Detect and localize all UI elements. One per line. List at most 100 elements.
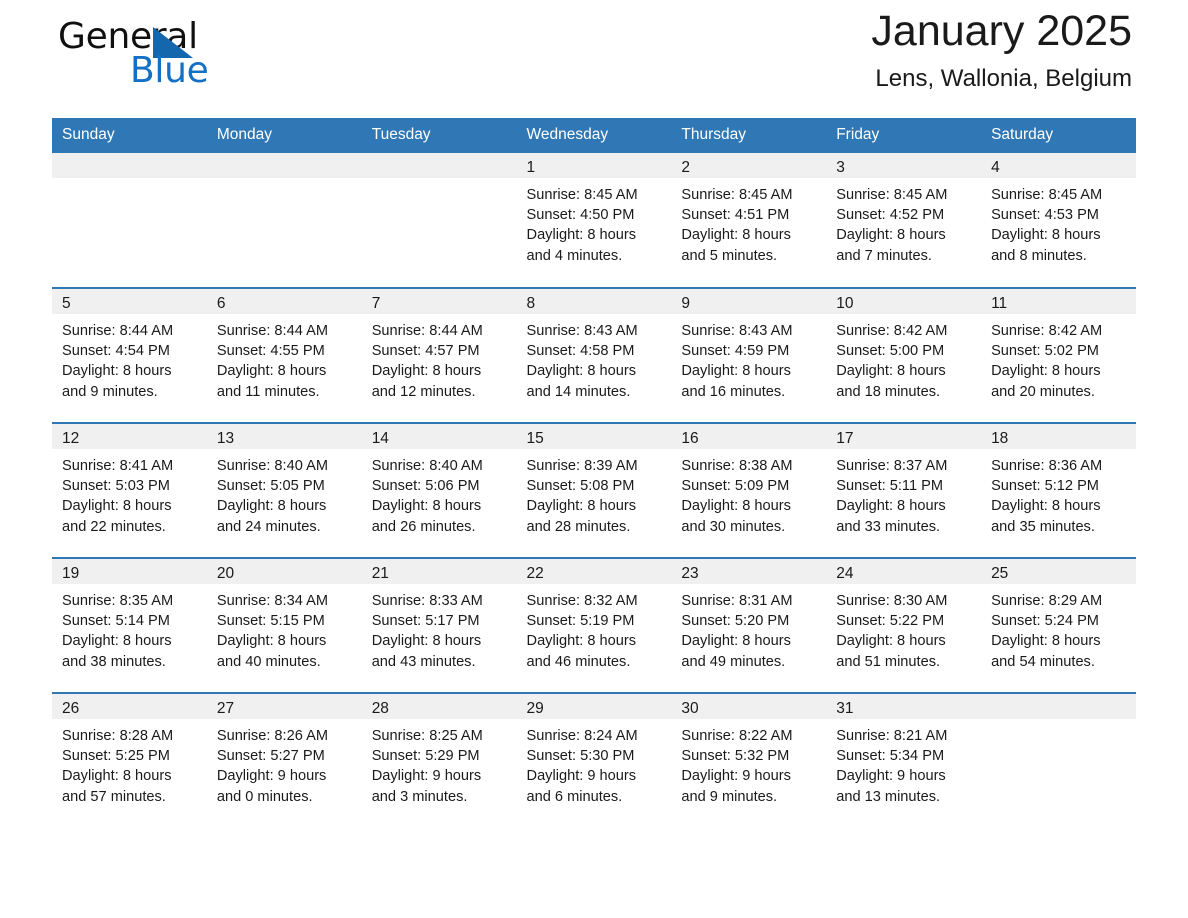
daylight-text-line2: and 18 minutes. [836, 383, 941, 400]
day-details: Sunrise: 8:43 AM Sunset: 4:59 PM Daylight:… [671, 314, 826, 402]
daylight-text-line2: and 7 minutes. [836, 247, 932, 264]
calendar-day-cell[interactable]: 19 Sunrise: 8:35 AM Sunset: 5:14 PM Dayligh… [52, 557, 207, 693]
day-cell-inner: 14 Sunrise: 8:40 AM Sunset: 5:06 PM Dayligh… [361, 424, 517, 557]
calendar-day-cell[interactable]: 28 Sunrise: 8:25 AM Sunset: 5:29 PM Dayligh… [361, 692, 517, 828]
title-block: January 2025 Lens, Wallonia, Belgium [871, 0, 1136, 93]
day-number: 13 [206, 424, 362, 449]
day-details: Sunrise: 8:30 AM Sunset: 5:22 PM Daylight:… [826, 584, 981, 672]
generalblue-logo[interactable]: General Blue [52, 16, 352, 92]
sunrise-text: Sunrise: 8:40 AM [216, 458, 328, 474]
calendar-day-cell[interactable]: 10 Sunrise: 8:42 AM Sunset: 5:00 PM Dayligh… [826, 287, 982, 423]
calendar-day-cell[interactable]: 7 Sunrise: 8:44 AM Sunset: 4:57 PM Daylight… [361, 287, 517, 423]
day-number: 4 [981, 153, 1136, 178]
sunset-text: Sunset: 4:57 PM [371, 343, 480, 360]
daylight-text-line2: and 43 minutes. [371, 653, 476, 670]
calendar-day-cell[interactable]: 8 Sunrise: 8:43 AM Sunset: 4:58 PM Daylight… [516, 287, 672, 423]
daylight-text-line2: and 13 minutes. [836, 788, 941, 805]
calendar-day-cell[interactable]: 21 Sunrise: 8:33 AM Sunset: 5:17 PM Dayligh… [361, 557, 517, 693]
calendar-day-cell[interactable]: 30 Sunrise: 8:22 AM Sunset: 5:32 PM Dayligh… [671, 692, 827, 828]
day-cell-inner: 30 Sunrise: 8:22 AM Sunset: 5:32 PM Dayligh… [671, 694, 827, 827]
day-number: 29 [516, 694, 672, 719]
calendar-day-cell[interactable]: 2 Sunrise: 8:45 AM Sunset: 4:51 PM Daylight… [671, 153, 827, 288]
sunrise-text: Sunrise: 8:34 AM [216, 593, 328, 609]
calendar-day-cell[interactable]: 13 Sunrise: 8:40 AM Sunset: 5:05 PM Dayligh… [206, 422, 362, 558]
calendar-day-cell[interactable]: 15 Sunrise: 8:39 AM Sunset: 5:08 PM Dayligh… [516, 422, 672, 558]
sunset-text: Sunset: 5:08 PM [526, 478, 635, 495]
calendar-page: General Blue January 2025 Lens, Wallonia… [0, 0, 1188, 918]
day-cell-inner: 29 Sunrise: 8:24 AM Sunset: 5:30 PM Dayligh… [516, 694, 672, 827]
daylight-text-line2: and 33 minutes. [836, 518, 941, 535]
daylight-text-line1: Daylight: 8 hours [991, 227, 1101, 244]
day-number: 21 [361, 559, 517, 584]
day-cell-inner: 19 Sunrise: 8:35 AM Sunset: 5:14 PM Dayligh… [52, 559, 207, 692]
sunset-text: Sunset: 4:50 PM [526, 207, 635, 224]
sunrise-text: Sunrise: 8:28 AM [62, 728, 174, 744]
day-number: 20 [206, 559, 362, 584]
day-cell-inner: 22 Sunrise: 8:32 AM Sunset: 5:19 PM Dayligh… [516, 559, 672, 692]
sunset-text: Sunset: 5:12 PM [991, 478, 1099, 495]
day-number: 7 [361, 289, 517, 314]
calendar-day-cell[interactable]: 23 Sunrise: 8:31 AM Sunset: 5:20 PM Dayligh… [671, 557, 827, 693]
calendar-day-cell[interactable]: 6 Sunrise: 8:44 AM Sunset: 4:55 PM Daylight… [206, 287, 362, 423]
sunrise-text: Sunrise: 8:43 AM [681, 323, 793, 339]
day-cell-inner [52, 153, 207, 286]
page-title: January 2025 [871, 7, 1132, 55]
calendar-day-cell[interactable]: 5 Sunrise: 8:44 AM Sunset: 4:54 PM Daylight… [52, 287, 207, 423]
calendar-week-row: 5 Sunrise: 8:44 AM Sunset: 4:54 PM Daylight… [52, 287, 1136, 423]
daylight-text-line1: Daylight: 8 hours [526, 227, 637, 244]
daylight-text-line1: Daylight: 8 hours [216, 363, 327, 380]
calendar-day-cell[interactable]: 22 Sunrise: 8:32 AM Sunset: 5:19 PM Dayligh… [516, 557, 672, 693]
calendar-day-cell[interactable]: 16 Sunrise: 8:38 AM Sunset: 5:09 PM Dayligh… [671, 422, 827, 558]
daylight-text-line1: Daylight: 9 hours [526, 768, 637, 785]
calendar-body: 1 Sunrise: 8:45 AM Sunset: 4:50 PM Daylight… [52, 153, 1136, 828]
calendar-day-cell[interactable]: 17 Sunrise: 8:37 AM Sunset: 5:11 PM Dayligh… [826, 422, 982, 558]
day-details: Sunrise: 8:24 AM Sunset: 5:30 PM Daylight:… [517, 719, 672, 807]
calendar-day-cell[interactable]: 26 Sunrise: 8:28 AM Sunset: 5:25 PM Dayligh… [52, 692, 207, 828]
calendar-day-cell[interactable]: 18 Sunrise: 8:36 AM Sunset: 5:12 PM Dayligh… [981, 422, 1136, 558]
calendar-day-cell[interactable]: 27 Sunrise: 8:26 AM Sunset: 5:27 PM Dayligh… [206, 692, 362, 828]
calendar-day-cell[interactable]: 1 Sunrise: 8:45 AM Sunset: 4:50 PM Daylight… [516, 153, 672, 288]
day-number: 15 [516, 424, 672, 449]
calendar-day-cell[interactable]: 4 Sunrise: 8:45 AM Sunset: 4:53 PM Daylight… [981, 153, 1136, 288]
day-number: 11 [981, 289, 1136, 314]
day-number: 26 [52, 694, 207, 719]
calendar-day-cell[interactable]: 11 Sunrise: 8:42 AM Sunset: 5:02 PM Dayligh… [981, 287, 1136, 423]
logo-text-blue: Blue [130, 50, 209, 91]
day-details: Sunrise: 8:25 AM Sunset: 5:29 PM Daylight:… [362, 719, 517, 807]
daylight-text-line2: and 28 minutes. [526, 518, 631, 535]
calendar-day-cell[interactable]: 20 Sunrise: 8:34 AM Sunset: 5:15 PM Dayligh… [206, 557, 362, 693]
day-number: 17 [826, 424, 982, 449]
sunrise-text: Sunrise: 8:22 AM [681, 728, 793, 744]
calendar-day-cell[interactable]: 24 Sunrise: 8:30 AM Sunset: 5:22 PM Dayligh… [826, 557, 982, 693]
sunset-text: Sunset: 5:22 PM [836, 613, 945, 630]
daylight-text-line1: Daylight: 8 hours [836, 227, 946, 244]
sunrise-text: Sunrise: 8:39 AM [526, 458, 638, 474]
calendar-day-cell[interactable]: 3 Sunrise: 8:45 AM Sunset: 4:52 PM Daylight… [826, 153, 982, 288]
day-details: Sunrise: 8:31 AM Sunset: 5:20 PM Daylight:… [671, 584, 826, 672]
calendar-day-cell[interactable]: 31 Sunrise: 8:21 AM Sunset: 5:34 PM Dayligh… [826, 692, 982, 828]
daylight-text-line1: Daylight: 9 hours [681, 768, 791, 785]
daylight-text-line2: and 35 minutes. [991, 518, 1095, 535]
daylight-text-line2: and 30 minutes. [681, 518, 786, 535]
weekday-header-thursday: Thursday [671, 118, 827, 153]
day-details: Sunrise: 8:40 AM Sunset: 5:06 PM Daylight:… [362, 449, 517, 537]
day-number: 1 [516, 153, 672, 178]
sunset-text: Sunset: 5:20 PM [681, 613, 790, 630]
day-details: Sunrise: 8:44 AM Sunset: 4:54 PM Daylight:… [52, 314, 207, 402]
daylight-text-line1: Daylight: 8 hours [216, 633, 327, 650]
calendar-table: Sunday Monday Tuesday Wednesday Thursday Frid… [52, 118, 1136, 828]
daylight-text-line1: Daylight: 8 hours [836, 633, 946, 650]
weekday-header-monday: Monday [206, 118, 362, 153]
calendar-day-cell[interactable]: 9 Sunrise: 8:43 AM Sunset: 4:59 PM Daylight… [671, 287, 827, 423]
calendar-day-cell[interactable]: 25 Sunrise: 8:29 AM Sunset: 5:24 PM Dayligh… [981, 557, 1136, 693]
day-details: Sunrise: 8:41 AM Sunset: 5:03 PM Daylight:… [52, 449, 207, 537]
day-number: 2 [671, 153, 827, 178]
sunrise-text: Sunrise: 8:26 AM [216, 728, 328, 744]
calendar-day-cell[interactable]: 12 Sunrise: 8:41 AM Sunset: 5:03 PM Dayligh… [52, 422, 207, 558]
day-cell-inner: 5 Sunrise: 8:44 AM Sunset: 4:54 PM Daylight… [52, 289, 207, 422]
calendar-day-cell[interactable]: 29 Sunrise: 8:24 AM Sunset: 5:30 PM Dayligh… [516, 692, 672, 828]
sunrise-text: Sunrise: 8:43 AM [526, 323, 638, 339]
calendar-day-cell[interactable]: 14 Sunrise: 8:40 AM Sunset: 5:06 PM Dayligh… [361, 422, 517, 558]
sunset-text: Sunset: 5:02 PM [991, 343, 1099, 360]
day-number [52, 153, 207, 178]
